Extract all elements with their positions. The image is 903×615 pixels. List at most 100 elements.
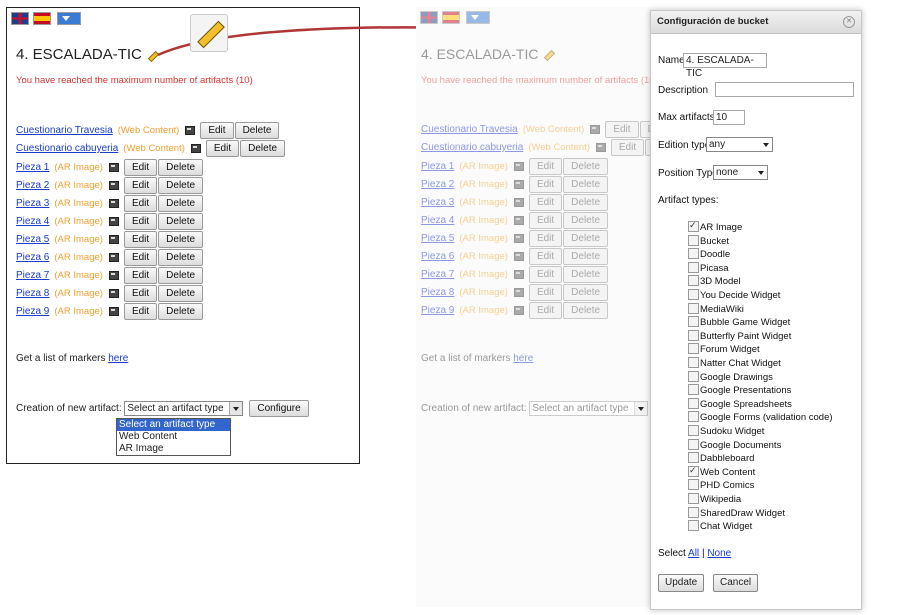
artifact-row: Pieza 8 (AR Image) Edit Delete [421, 284, 609, 301]
update-button[interactable]: Update [658, 574, 705, 592]
cancel-button[interactable]: Cancel [713, 574, 759, 592]
artifact-type-option[interactable]: Sudoku Widget [688, 424, 765, 438]
artifact-type-option[interactable]: Web Content [688, 464, 756, 479]
checkbox[interactable] [688, 506, 699, 518]
artifact-type-option[interactable]: Doodle [688, 248, 730, 261]
artifact-type-option[interactable]: AR Image [688, 219, 742, 234]
marker-image-icon [513, 234, 524, 243]
artifact-type-option[interactable]: Butterfly Paint Widget [688, 329, 791, 343]
artifact-type-option[interactable]: Wikipedia [688, 492, 742, 506]
markers-link: here [513, 353, 534, 364]
creation-row: Creation of new artifact: Select an arti… [421, 400, 678, 417]
delete-button: Delete [563, 284, 609, 301]
artifact-type-option-label: 3D Model [700, 276, 741, 288]
edit-pencil-icon [544, 49, 556, 61]
checkbox[interactable] [688, 302, 699, 314]
marker-image-icon [513, 270, 524, 279]
artifact-type-option[interactable]: Bucket [688, 234, 729, 248]
markers-line: Get a list of markers here [421, 353, 533, 364]
markers-text: Get a list of markers [421, 353, 511, 364]
checkbox[interactable] [688, 343, 699, 355]
artifact-type-label: (AR Image) [459, 251, 508, 263]
checkbox[interactable] [688, 520, 699, 532]
artifact-row: Pieza 7 (AR Image) Edit Delete [421, 266, 609, 283]
checkbox[interactable] [688, 234, 699, 246]
edition-type-label: Edition type [658, 140, 711, 151]
artifact-type-option[interactable]: Google Spreadsheets [688, 397, 792, 411]
checkbox[interactable] [688, 384, 699, 396]
artifact-type-option-label: Sudoku Widget [700, 426, 765, 437]
artifact-link: Pieza 1 [421, 161, 455, 173]
artifact-type-option[interactable]: Dabbleboard [688, 452, 754, 465]
flag-marker-icon [595, 143, 606, 152]
chevron-down-icon[interactable] [755, 166, 767, 179]
artifact-type-option[interactable]: Google Documents [688, 438, 781, 452]
select-label: Select [658, 548, 686, 559]
checkbox[interactable] [688, 329, 699, 341]
edit-button: Edit [528, 158, 563, 175]
artifact-type-option-label: Wikipedia [700, 494, 742, 505]
artifact-type-option-label: Web Content [700, 466, 756, 478]
artifact-link: Pieza 2 [421, 179, 455, 191]
checkbox[interactable] [688, 424, 699, 436]
checkbox[interactable] [688, 479, 699, 491]
max-artifacts-input[interactable]: 10 [713, 110, 745, 125]
artifact-link: Cuestionario cabuyeria [421, 142, 524, 154]
artifact-row: Pieza 6 (AR Image) Edit Delete [421, 248, 609, 265]
checkbox[interactable] [688, 411, 699, 423]
edit-button: Edit [610, 139, 645, 156]
checkbox[interactable] [688, 492, 699, 504]
artifact-type-select: Select an artifact type [529, 401, 648, 417]
checkbox[interactable] [688, 438, 699, 450]
close-icon[interactable]: ✕ [843, 16, 855, 28]
checkbox[interactable] [688, 464, 699, 477]
checkbox[interactable] [688, 356, 699, 368]
artifact-type-option[interactable]: Bubble Game Widget [688, 316, 790, 329]
chevron-down-icon[interactable] [760, 138, 772, 151]
flag-marker-icon [590, 125, 601, 134]
chevron-down-icon [633, 402, 647, 416]
marker-image-icon [513, 198, 524, 207]
checkbox[interactable] [688, 261, 699, 273]
artifact-type-option[interactable]: Forum Widget [688, 343, 760, 356]
background-page: 4. ESCALADA-TIC You have reached the max… [416, 7, 678, 607]
artifact-type-option[interactable]: Natter Chat Widget [688, 356, 781, 370]
artifact-type-option[interactable]: 3D Model [688, 275, 741, 288]
checkbox[interactable] [688, 316, 699, 328]
checkbox[interactable] [688, 248, 699, 260]
artifact-type-option[interactable]: Google Presentations [688, 384, 791, 397]
artifact-type-option[interactable]: Chat Widget [688, 520, 752, 533]
checkbox[interactable] [688, 219, 699, 232]
checkbox[interactable] [688, 452, 699, 464]
checkbox[interactable] [688, 397, 699, 409]
checkbox[interactable] [688, 275, 699, 287]
artifact-type-label: (AR Image) [459, 233, 508, 245]
description-label: Description [658, 85, 709, 96]
artifact-type-option[interactable]: MediaWiki [688, 302, 744, 316]
artifact-type-option[interactable]: Picasa [688, 261, 729, 275]
select-all-link[interactable]: All [688, 548, 699, 559]
delete-button: Delete [563, 266, 609, 283]
position-type-select[interactable]: none [713, 165, 768, 180]
name-input[interactable]: 4. ESCALADA-TIC [683, 53, 767, 79]
artifact-type-option[interactable]: You Decide Widget [688, 288, 780, 302]
artifact-type-option-label: Doodle [700, 249, 731, 261]
artifact-type-option-label: MediaWiki [700, 303, 744, 315]
select-none-link[interactable]: None [707, 548, 731, 559]
artifact-type-label: (AR Image) [459, 179, 508, 191]
artifact-type-label: (AR Image) [459, 197, 508, 209]
description-input[interactable] [715, 82, 854, 97]
marker-image-icon [513, 252, 524, 261]
delete-button: Delete [563, 230, 609, 247]
marker-image-icon [513, 162, 524, 171]
edition-type-select[interactable]: any [706, 137, 773, 152]
artifact-type-option[interactable]: Google Drawings [688, 370, 773, 384]
artifact-type-option[interactable]: SharedDraw Widget [688, 506, 785, 520]
checkbox[interactable] [688, 288, 699, 300]
artifact-type-label: (Web Content) [522, 124, 585, 136]
checkbox[interactable] [688, 370, 699, 382]
edit-button: Edit [528, 248, 563, 265]
artifact-type-option[interactable]: Google Forms (validation code) [688, 411, 833, 424]
artifact-type-option[interactable]: PHD Comics [688, 479, 754, 492]
artifact-link: Pieza 7 [421, 269, 455, 281]
